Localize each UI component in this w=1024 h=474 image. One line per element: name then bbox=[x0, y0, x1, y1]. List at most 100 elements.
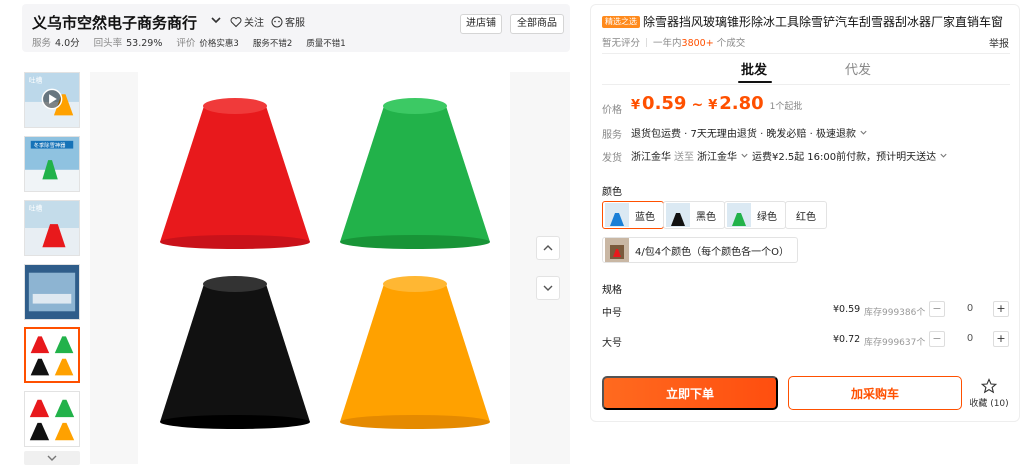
product-cones-image bbox=[138, 72, 510, 464]
color-option-red[interactable]: 红色 bbox=[785, 201, 827, 229]
color-option-pack[interactable]: 4/包4个颜色（每个颜色各一个O） bbox=[602, 237, 798, 263]
report-link[interactable]: 举报 bbox=[989, 35, 1009, 50]
chat-icon bbox=[271, 16, 283, 27]
quantity-decrement-button[interactable]: − bbox=[929, 331, 945, 347]
service-guarantees[interactable]: 退货包运费 · 7天无理由退货 · 晚发必赔 · 极速退款 bbox=[631, 125, 868, 140]
color-option-blue[interactable]: 蓝色 bbox=[602, 201, 664, 229]
product-gallery-panel: 义乌市空然电子商务商行 关注 客服 进店铺 全部商品 服务 4.0分 回头率 5… bbox=[22, 0, 570, 474]
thumb-caption: 冬季除雪神器 bbox=[34, 141, 66, 149]
color-option-label: 红色 bbox=[796, 211, 816, 223]
thumbnail-scroll-down[interactable] bbox=[24, 451, 80, 465]
sales-suffix: 个成交 bbox=[716, 38, 746, 49]
shop-header: 义乌市空然电子商务商行 关注 客服 进店铺 全部商品 服务 4.0分 回头率 5… bbox=[22, 4, 570, 52]
spec-stock: 库存999386个 bbox=[864, 308, 926, 318]
thumbnail-image bbox=[25, 392, 79, 446]
shop-name[interactable]: 义乌市空然电子商务商行 bbox=[32, 12, 197, 33]
swatch-thumbnail bbox=[605, 238, 629, 262]
quantity-increment-button[interactable]: + bbox=[993, 301, 1009, 317]
favorite-button[interactable]: 收藏 (10) bbox=[967, 378, 1011, 409]
thumbnail-image: 吐槽 bbox=[25, 201, 79, 255]
product-title: 除雪器挡风玻璃锥形除冰工具除雪铲汽车刮雪器刮冰器厂家直销车窗 bbox=[643, 15, 1004, 29]
chevron-down-icon bbox=[47, 455, 57, 461]
sales-count: 3800+ bbox=[681, 38, 714, 49]
service-label: 客服 bbox=[285, 18, 305, 29]
all-products-button[interactable]: 全部商品 bbox=[510, 14, 564, 34]
spec-stock: 库存999637个 bbox=[864, 338, 926, 348]
sales-prefix: 一年内 bbox=[653, 38, 682, 49]
chevron-down-icon[interactable] bbox=[740, 151, 749, 160]
product-title-row: 精选之选 除雪器挡风玻璃锥形除冰工具除雪铲汽车刮雪器刮冰器厂家直销车窗 bbox=[602, 14, 1014, 30]
review-tag-2: 服务不错2 bbox=[252, 39, 293, 49]
rating-row: 暂无评分 一年内3800+ 个成交 bbox=[602, 35, 745, 49]
currency-symbol: ¥ bbox=[631, 98, 641, 113]
thumbnail-image: 吐槽 bbox=[25, 73, 79, 127]
enter-shop-button[interactable]: 进店铺 bbox=[460, 14, 502, 34]
product-detail-panel: 精选之选 除雪器挡风玻璃锥形除冰工具除雪铲汽车刮雪器刮冰器厂家直销车窗 暂无评分 … bbox=[590, 4, 1020, 422]
price-tilde: ~ bbox=[691, 97, 704, 113]
price-high: 2.80 bbox=[719, 93, 764, 114]
quantity-increment-button[interactable]: + bbox=[993, 331, 1009, 347]
follow-label: 关注 bbox=[244, 18, 264, 29]
thumbnail-image bbox=[25, 265, 79, 319]
color-label: 颜色 bbox=[602, 187, 622, 198]
heart-icon bbox=[230, 16, 242, 27]
delivery-time: 16:00前付款，预计明天送达 bbox=[807, 152, 937, 163]
rating-text: 暂无评分 bbox=[602, 38, 641, 49]
add-to-cart-button[interactable]: 加采购车 bbox=[788, 376, 962, 410]
return-rate-value: 53.29% bbox=[126, 38, 163, 49]
thumb-caption: 吐槽 bbox=[29, 204, 43, 213]
spec-row-large: 大号 ¥0.72 库存999637个 − 0 + bbox=[602, 329, 1012, 353]
thumbnail-image bbox=[26, 329, 78, 381]
color-option-label: 黑色 bbox=[696, 211, 716, 223]
spec-label: 规格 bbox=[602, 285, 622, 296]
chevron-down-icon[interactable] bbox=[939, 151, 948, 160]
star-icon bbox=[981, 378, 997, 394]
quantity-input[interactable]: 0 bbox=[958, 303, 982, 314]
thumbnail-4[interactable] bbox=[24, 264, 80, 320]
buy-now-button[interactable]: 立即下单 bbox=[602, 376, 778, 410]
service-text: 退货包运费 · 7天无理由退货 · 晚发必赔 · 极速退款 bbox=[631, 129, 856, 140]
chevron-down-icon bbox=[543, 285, 553, 291]
color-option-green[interactable]: 绿色 bbox=[724, 201, 786, 229]
tab-dropship[interactable]: 代发 bbox=[845, 59, 871, 78]
spec-name: 中号 bbox=[602, 308, 622, 319]
image-prev-button[interactable] bbox=[536, 236, 560, 260]
color-option-label: 4/包4个颜色（每个颜色各一个O） bbox=[635, 246, 789, 258]
color-option-label: 蓝色 bbox=[635, 211, 655, 223]
main-product-image[interactable] bbox=[90, 72, 570, 464]
chevron-up-icon bbox=[543, 245, 553, 251]
thumb-caption: 吐槽 bbox=[29, 76, 43, 85]
ship-to-select[interactable]: 浙江金华 bbox=[697, 148, 737, 163]
spec-row-medium: 中号 ¥0.59 库存999386个 − 0 + bbox=[602, 299, 1012, 323]
price-label: 价格 bbox=[602, 105, 622, 116]
return-rate-label: 回头率 bbox=[93, 38, 123, 49]
thumbnail-5[interactable] bbox=[24, 327, 80, 383]
thumbnail-3[interactable]: 吐槽 bbox=[24, 200, 80, 256]
ship-from: 浙江金华 bbox=[631, 152, 671, 163]
thumbnail-6[interactable] bbox=[24, 391, 80, 447]
ship-to-label: 送至 bbox=[674, 152, 694, 163]
customer-service-button[interactable]: 客服 bbox=[271, 14, 305, 29]
tab-wholesale[interactable]: 批发 bbox=[741, 59, 767, 78]
quantity-input[interactable]: 0 bbox=[958, 333, 982, 344]
swatch-thumbnail bbox=[727, 203, 751, 227]
active-tab-indicator bbox=[738, 81, 772, 83]
product-tag-badge: 精选之选 bbox=[602, 16, 640, 28]
service-score-value: 4.0分 bbox=[55, 38, 80, 49]
follow-button[interactable]: 关注 bbox=[230, 14, 264, 29]
chevron-down-icon bbox=[860, 130, 867, 135]
service-label: 服务 bbox=[602, 130, 622, 141]
service-score-label: 服务 bbox=[32, 38, 52, 49]
currency-symbol: ¥ bbox=[708, 98, 718, 113]
thumbnail-image: 冬季除雪神器 bbox=[25, 137, 79, 191]
review-tag-1: 价格实惠3 bbox=[199, 39, 239, 49]
quantity-decrement-button[interactable]: − bbox=[929, 301, 945, 317]
thumbnail-2[interactable]: 冬季除雪神器 bbox=[24, 136, 80, 192]
favorite-label: 收藏 (10) bbox=[969, 399, 1009, 409]
thumbnail-video[interactable]: 吐槽 bbox=[24, 72, 80, 128]
min-order-quantity: 1个起批 bbox=[769, 102, 803, 112]
color-option-label: 绿色 bbox=[757, 211, 777, 223]
color-option-black[interactable]: 黑色 bbox=[663, 201, 725, 229]
image-next-button[interactable] bbox=[536, 276, 560, 300]
chevron-down-icon[interactable] bbox=[209, 13, 223, 27]
